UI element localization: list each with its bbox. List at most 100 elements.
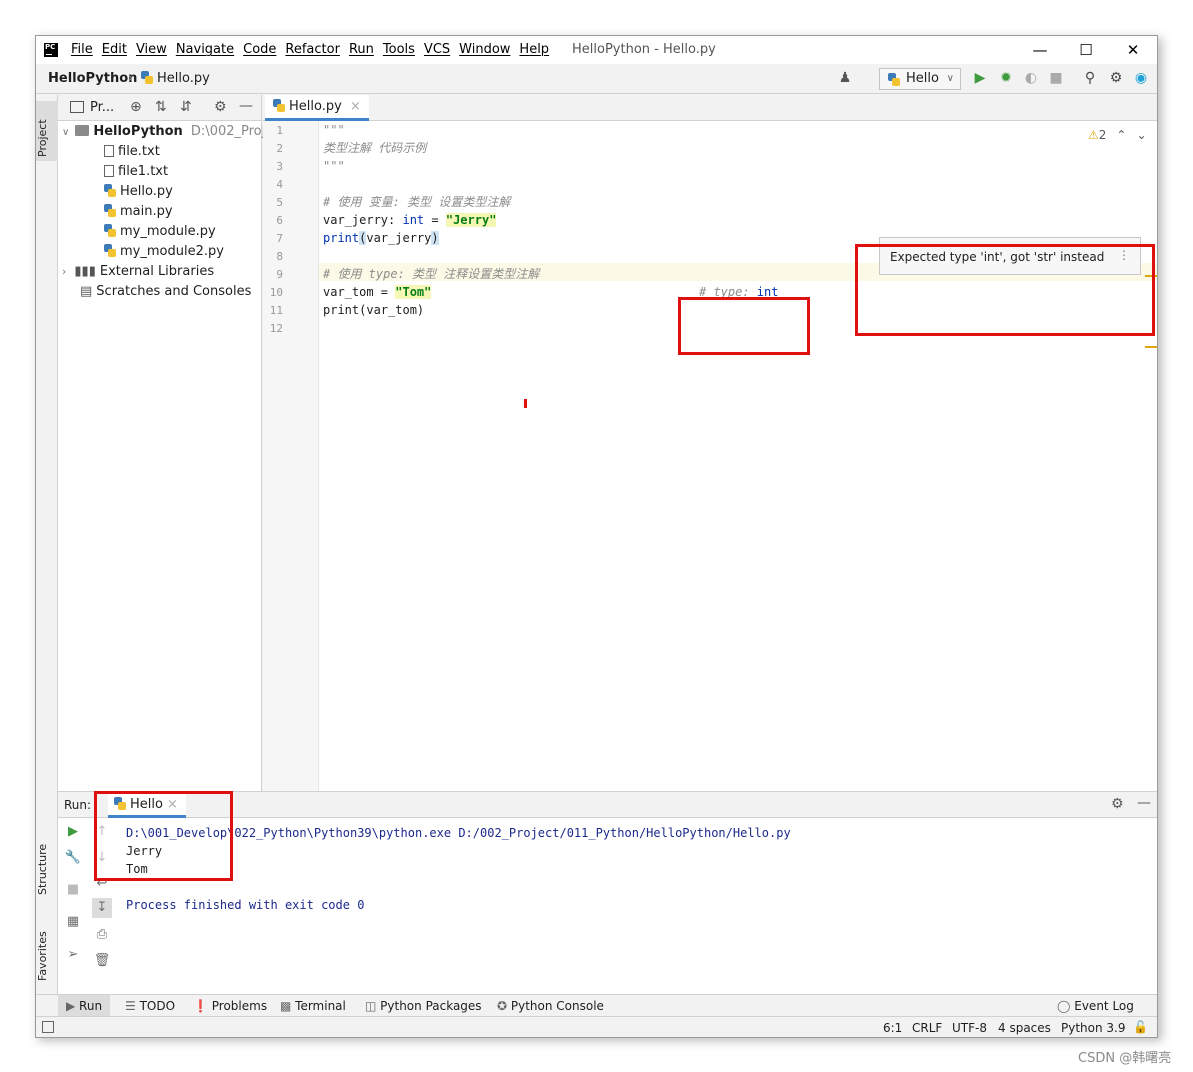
print-icon[interactable]: ⎙: [92, 925, 112, 945]
menu-refactor[interactable]: Refactor: [285, 42, 340, 57]
stop-icon[interactable]: ■: [1047, 69, 1065, 87]
code-line-11[interactable]: print(var_tom): [323, 301, 424, 319]
menu-view[interactable]: View: [136, 42, 167, 57]
menu-navigate[interactable]: Navigate: [176, 42, 234, 57]
tool-event-log[interactable]: ◯ Event Log: [1057, 999, 1134, 1013]
project-tool-button[interactable]: Project: [36, 101, 58, 161]
breadcrumb-file[interactable]: Hello.py: [141, 71, 210, 86]
console-exit-line: Process finished with exit code 0: [126, 898, 365, 912]
code-line-3[interactable]: """: [323, 157, 345, 175]
scratches-icon: ▤: [80, 284, 93, 299]
tree-file-hello-py[interactable]: Hello.py: [104, 182, 173, 202]
menu-edit[interactable]: Edit: [102, 42, 127, 57]
code-token-builtin: print: [323, 231, 360, 245]
run-settings-gear-icon[interactable]: ⚙: [1111, 796, 1124, 812]
layout-icon[interactable]: ▦: [63, 912, 83, 932]
inspection-widget[interactable]: ⚠2 ⌃ ⌄: [1088, 128, 1147, 142]
code-line-1[interactable]: """: [323, 121, 345, 139]
tree-file-file1-txt[interactable]: file1.txt: [104, 162, 168, 182]
code-token-string: "Jerry": [445, 213, 497, 227]
tab-close-icon[interactable]: ×: [350, 99, 361, 114]
menu-code[interactable]: Code: [243, 42, 276, 57]
caret-position[interactable]: 6:1: [883, 1021, 902, 1035]
python-interpreter[interactable]: Python 3.9: [1061, 1021, 1126, 1035]
maximize-icon[interactable]: ☐: [1076, 40, 1096, 60]
line-number: 10: [269, 286, 283, 299]
tree-file-my-module-py[interactable]: my_module.py: [104, 222, 216, 242]
toggle-tool-windows-icon[interactable]: [42, 1021, 54, 1033]
tree-root[interactable]: ∨ HelloPython D:\002_Projec: [62, 122, 280, 142]
error-stripe-mark[interactable]: [1145, 346, 1157, 348]
clear-all-trash-icon[interactable]: 🗑: [92, 951, 112, 971]
tree-file-file-txt[interactable]: file.txt: [104, 142, 160, 162]
tool-todo[interactable]: ☰ TODO: [125, 999, 175, 1013]
line-number: 7: [276, 232, 283, 245]
menu-tools[interactable]: Tools: [383, 42, 415, 57]
line-separator[interactable]: CRLF: [912, 1021, 942, 1035]
prev-highlight-icon[interactable]: ⌃: [1116, 128, 1126, 142]
breadcrumb-project[interactable]: HelloPython: [48, 71, 137, 86]
tree-file-main-py[interactable]: main.py: [104, 202, 173, 222]
gear-icon[interactable]: ⚙: [1107, 69, 1125, 87]
menu-vcs[interactable]: VCS: [424, 42, 450, 57]
problems-icon: ❗: [193, 999, 212, 1013]
close-icon[interactable]: ✕: [1123, 40, 1143, 60]
run-icon[interactable]: ▶: [971, 69, 989, 87]
code-line-7[interactable]: print(var_jerry): [323, 229, 439, 247]
tool-python-packages[interactable]: ◫ Python Packages: [365, 999, 482, 1013]
collapse-all-icon[interactable]: ⇵: [180, 99, 192, 115]
scroll-to-end-icon[interactable]: ↧: [92, 898, 112, 918]
rerun-icon[interactable]: ▶: [63, 822, 83, 842]
project-view-selector[interactable]: Pr...: [90, 100, 114, 115]
tool-problems[interactable]: ❗ Problems: [193, 999, 267, 1013]
tree-scratches[interactable]: ▤ Scratches and Consoles: [80, 282, 251, 302]
code-line-2[interactable]: 类型注解 代码示例: [323, 139, 426, 157]
structure-tool-button[interactable]: Structure: [36, 831, 58, 895]
code-line-6[interactable]: var_jerry: int = "Jerry": [323, 211, 497, 229]
tab-hello-py[interactable]: Hello.py ×: [265, 95, 369, 121]
menu-window[interactable]: Window: [459, 42, 510, 57]
pin-tab-icon[interactable]: ➢: [63, 945, 83, 965]
lock-icon[interactable]: 🔓: [1133, 1020, 1148, 1034]
jetbrains-toolbox-icon[interactable]: ◉: [1132, 69, 1150, 87]
settings-gear-icon[interactable]: ⚙: [214, 99, 227, 115]
stop-run-icon[interactable]: ■: [63, 880, 83, 900]
tool-terminal[interactable]: ▩ Terminal: [280, 999, 346, 1013]
edit-config-wrench-icon[interactable]: 🔧: [63, 848, 83, 868]
search-icon[interactable]: ⚲: [1081, 69, 1099, 87]
line-number: 2: [276, 142, 283, 155]
run-tool-icon: ▶: [66, 999, 80, 1013]
menu-help[interactable]: Help: [519, 42, 549, 57]
line-number: 4: [276, 178, 283, 191]
expand-all-icon[interactable]: ⇅: [155, 99, 167, 115]
next-highlight-icon[interactable]: ⌄: [1136, 128, 1146, 142]
tree-external-libraries[interactable]: › ▮▮▮ External Libraries: [62, 262, 214, 282]
tool-python-console[interactable]: ✪ Python Console: [497, 999, 604, 1013]
minimize-icon[interactable]: —: [1030, 40, 1050, 60]
menu-file[interactable]: File: [71, 42, 93, 57]
code-line-9[interactable]: # 使用 type: 类型 注释设置类型注解: [323, 265, 539, 283]
project-tool-label: Project: [36, 119, 49, 157]
code-line-5[interactable]: # 使用 变量: 类型 设置类型注解: [323, 193, 510, 211]
tree-file-label: main.py: [120, 204, 173, 219]
pycharm-logo-icon: PC: [44, 43, 58, 57]
locate-icon[interactable]: ⊕: [130, 99, 142, 115]
code-line-10[interactable]: var_tom = "Tom": [323, 283, 432, 301]
type-comment-callout: [678, 297, 810, 355]
tree-file-my-module2-py[interactable]: my_module2.py: [104, 242, 224, 262]
run-config-selector[interactable]: Hello ∨: [879, 68, 961, 90]
editor-area: Hello.py × 1 2 3 4 5 6 7 8 9 10 11 12 ""…: [263, 95, 1157, 791]
menu-run[interactable]: Run: [349, 42, 374, 57]
user-icon[interactable]: ♟: [836, 69, 854, 87]
packages-icon: ◫: [365, 999, 381, 1013]
indent-setting[interactable]: 4 spaces: [998, 1021, 1051, 1035]
run-hide-icon[interactable]: —: [1137, 795, 1151, 811]
tool-run[interactable]: ▶ Run: [58, 995, 111, 1017]
coverage-icon[interactable]: ◐: [1022, 69, 1040, 87]
file-encoding[interactable]: UTF-8: [952, 1021, 987, 1035]
warning-count: 2: [1098, 128, 1107, 142]
line-gutter: 1 2 3 4 5 6 7 8 9 10 11 12: [263, 121, 319, 791]
favorites-tool-button[interactable]: Favorites: [36, 917, 58, 981]
hide-panel-icon[interactable]: —: [239, 98, 253, 114]
debug-icon[interactable]: ✹: [997, 69, 1015, 87]
